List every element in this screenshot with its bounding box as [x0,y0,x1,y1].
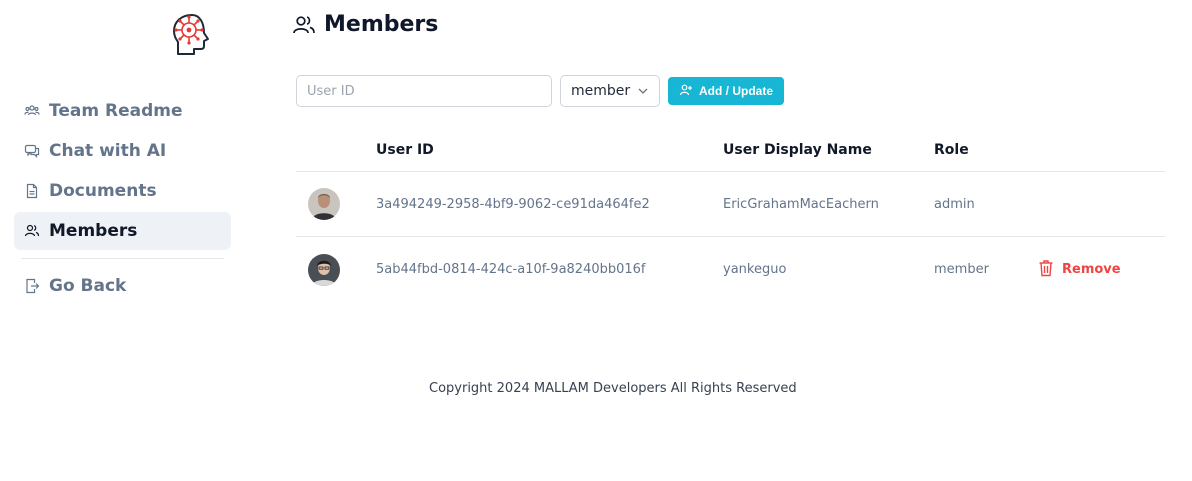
avatar-cell [296,188,376,220]
add-update-label: Add / Update [699,84,773,98]
sidebar-item-label: Chat with AI [49,141,167,161]
header-user-id: User ID [376,141,434,158]
page-title: Members [324,12,439,37]
role-cell: member [934,262,989,277]
sidebar-item-label: Members [49,221,138,241]
sidebar-item-members[interactable]: Members [14,212,231,250]
sidebar-nav: Team Readme Chat with AI Documents Membe… [14,92,231,307]
avatar-cell [296,253,376,286]
remove-label: Remove [1062,262,1121,277]
table-row: 3a494249-2958-4bf9-9062-ce91da464fe2 Eri… [296,172,1165,237]
user-id-cell: 5ab44fbd-0814-424c-a10f-9a8240bb016f [376,262,646,277]
role-select[interactable]: member [560,75,660,107]
sidebar-divider [21,258,224,259]
actions-cell: Remove [1038,259,1165,281]
user-id-cell: 3a494249-2958-4bf9-9062-ce91da464fe2 [376,196,650,212]
member-form: member Add / Update [296,75,784,107]
team-icon [24,103,40,119]
table-row: 5ab44fbd-0814-424c-a10f-9a8240bb016f yan… [296,237,1165,302]
display-name-cell: yankeguo [723,262,787,277]
chat-icon [24,143,40,159]
members-icon [292,13,316,37]
sidebar-item-team-readme[interactable]: Team Readme [14,92,231,130]
user-plus-icon [679,83,693,100]
sidebar-item-documents[interactable]: Documents [14,172,231,210]
go-back-link[interactable]: Go Back [14,267,231,305]
sidebar-item-chat-with-ai[interactable]: Chat with AI [14,132,231,170]
user-id-input[interactable] [296,75,552,107]
role-select-value: member [571,83,631,99]
role-cell: admin [934,196,975,212]
chevron-down-icon [637,82,649,101]
add-update-button[interactable]: Add / Update [668,77,784,105]
page-header: Members [292,12,438,37]
brain-circuit-icon[interactable] [170,12,214,58]
document-icon [24,183,40,199]
table-header: User ID User Display Name Role [296,128,1165,172]
sidebar-item-label: Team Readme [49,101,183,121]
logout-icon [24,278,40,294]
avatar [308,188,340,220]
copyright-text: Copyright 2024 MALLAM Developers All Rig… [429,381,797,396]
trash-icon [1038,259,1054,281]
header-display-name: User Display Name [723,141,872,158]
members-table: User ID User Display Name Role 3a494249-… [296,128,1165,302]
header-role: Role [934,141,969,158]
members-icon [24,223,40,239]
avatar [308,253,340,286]
display-name-cell: EricGrahamMacEachern [723,196,879,212]
sidebar-item-label: Documents [49,181,157,201]
remove-button[interactable]: Remove [1038,259,1121,281]
sidebar: Team Readme Chat with AI Documents Membe… [0,0,245,481]
go-back-label: Go Back [49,276,127,296]
